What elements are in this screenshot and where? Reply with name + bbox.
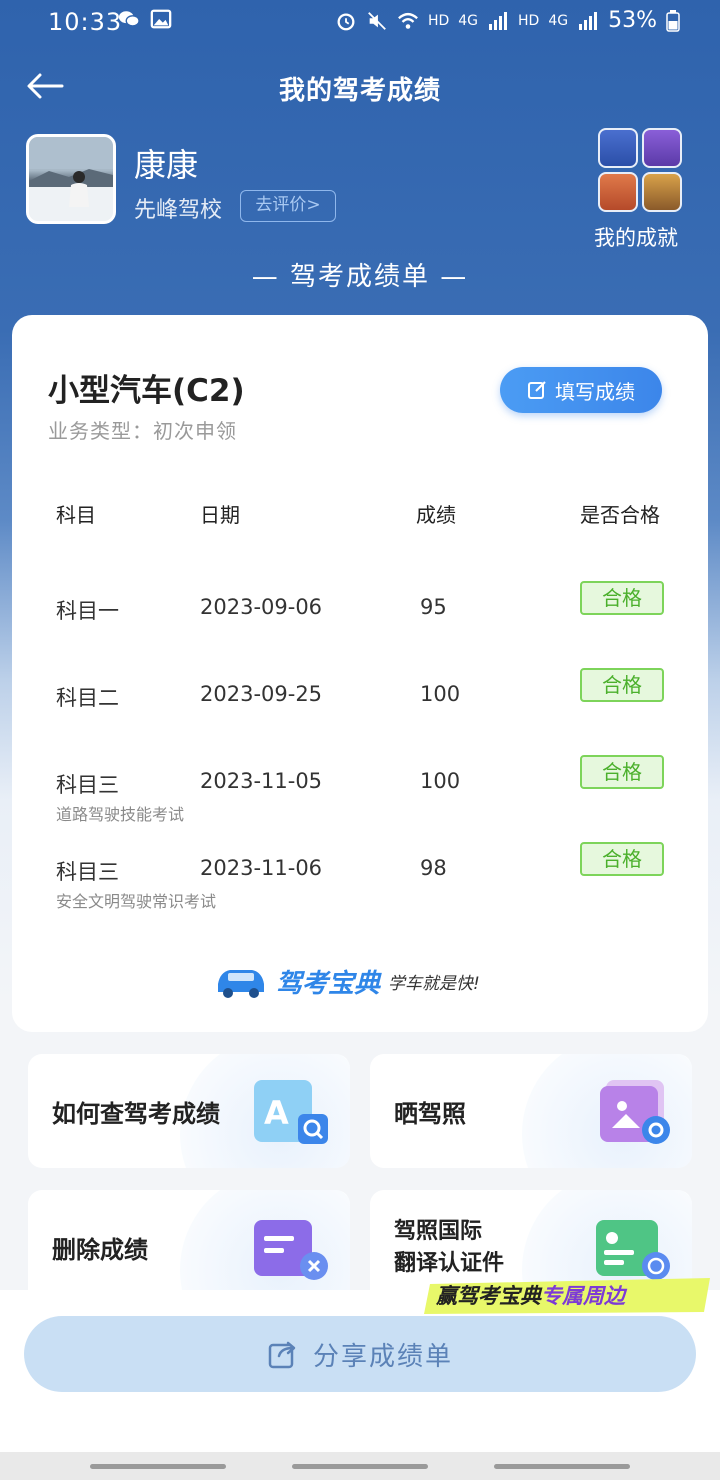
column-header-pass: 是否合格	[580, 503, 660, 527]
row-subject: 科目一	[56, 599, 119, 623]
row-subtitle: 道路驾驶技能考试	[56, 805, 185, 824]
row-score: 95	[420, 595, 447, 619]
promo-text: 赢驾考宝典专属周边	[436, 1280, 625, 1310]
network-label: 4G	[548, 12, 569, 29]
fill-score-button[interactable]: 填写成绩	[500, 367, 662, 413]
gallery-icon	[150, 9, 172, 29]
row-date: 2023-11-05	[200, 769, 323, 793]
rate-school-button[interactable]: 去评价>	[240, 190, 336, 222]
avatar[interactable]	[26, 134, 116, 224]
row-subject: 科目二	[56, 686, 119, 710]
status-time: 10:33	[48, 8, 123, 36]
tile-label: 删除成绩	[52, 1236, 148, 1264]
delete-scores-tile[interactable]: 删除成绩	[28, 1190, 350, 1304]
achievements-button[interactable]: 我的成就	[592, 128, 692, 250]
edit-icon	[528, 381, 546, 399]
profile-section: 康康 先峰驾校 去评价> 我的成就	[26, 128, 706, 274]
nav-recent-button[interactable]	[90, 1464, 226, 1469]
search-document-icon: A	[254, 1080, 328, 1144]
brand-logo: 驾考宝典 学车就是快!	[214, 963, 480, 1000]
row-date: 2023-11-06	[200, 856, 323, 880]
how-to-check-scores-tile[interactable]: 如何查驾考成绩 A	[28, 1054, 350, 1168]
tile-label-line: 驾照国际	[394, 1219, 483, 1244]
network-label: 4G	[458, 12, 479, 29]
badge-icon	[598, 128, 638, 168]
table-row: 科目三 2023-11-06 98 合格 安全文明驾驶常识考试	[12, 842, 708, 916]
system-navigation-bar	[0, 1452, 720, 1480]
share-scorecard-button[interactable]: 分享成绩单	[24, 1316, 696, 1392]
car-icon	[218, 969, 264, 998]
column-header-subject: 科目	[56, 503, 96, 527]
badge-icon	[598, 172, 638, 212]
table-row: 科目三 2023-11-05 100 合格 道路驾驶技能考试	[12, 755, 708, 829]
row-date: 2023-09-06	[200, 595, 323, 619]
app-header: 我的驾考成绩	[0, 58, 720, 118]
network-label: HD	[518, 12, 540, 29]
battery-icon	[666, 9, 680, 32]
row-score: 98	[420, 856, 447, 880]
status-badge: 合格	[580, 668, 664, 702]
mute-icon	[368, 11, 386, 30]
page-title: 我的驾考成绩	[278, 76, 441, 106]
show-license-tile[interactable]: 晒驾照	[370, 1054, 692, 1168]
tile-label: 晒驾照	[394, 1100, 466, 1128]
driving-school: 先峰驾校	[134, 198, 223, 223]
status-badge: 合格	[580, 842, 664, 876]
wechat-icon	[118, 11, 140, 27]
status-bar: 10:33 HD 4G HD 4G 53%	[0, 0, 720, 42]
promo-text-main: 赢驾考宝典	[436, 1284, 541, 1308]
photo-camera-icon	[600, 1080, 670, 1144]
section-title: — 驾考成绩单 —	[251, 262, 469, 292]
column-header-date: 日期	[200, 503, 240, 527]
signal-icon	[489, 11, 508, 30]
network-label: HD	[427, 12, 450, 29]
share-icon	[268, 1341, 296, 1369]
table-row: 科目二 2023-09-25 100 合格	[12, 668, 708, 742]
row-date: 2023-09-25	[200, 682, 323, 706]
svg-text:A: A	[264, 1094, 289, 1132]
status-badge: 合格	[580, 581, 664, 615]
promo-text-accent: 专属周边	[541, 1284, 625, 1308]
brand-slogan: 学车就是快!	[388, 974, 480, 994]
achievements-label: 我的成就	[594, 226, 678, 250]
share-scorecard-label: 分享成绩单	[312, 1341, 453, 1372]
row-subject: 科目三	[56, 860, 119, 884]
table-row: 科目一 2023-09-06 95 合格	[12, 581, 708, 655]
username: 康康	[134, 146, 199, 184]
delete-document-icon	[254, 1220, 328, 1280]
alarm-icon	[337, 12, 355, 30]
row-score: 100	[420, 769, 461, 793]
tile-label: 驾照国际 翻译认证件	[394, 1216, 504, 1280]
fill-score-label: 填写成绩	[555, 379, 635, 404]
avatar-photo	[29, 137, 113, 221]
badge-icon	[642, 128, 682, 168]
row-subtitle: 安全文明驾驶常识考试	[56, 892, 217, 911]
badge-icon	[642, 172, 682, 212]
nav-back-button[interactable]	[494, 1464, 630, 1469]
status-badge: 合格	[580, 755, 664, 789]
promo-banner[interactable]: 赢驾考宝典专属周边	[420, 1274, 716, 1318]
column-header-score: 成绩	[416, 503, 456, 527]
score-card: 小型汽车(C2) 业务类型：初次申领 填写成绩 科目 日期 成绩 是否合格 科目…	[12, 315, 708, 1032]
license-class: 小型汽车(C2)	[48, 373, 245, 409]
row-subject: 科目三	[56, 773, 119, 797]
brand-name: 驾考宝典	[276, 969, 381, 999]
battery-level: 53%	[608, 8, 657, 33]
row-score: 100	[420, 682, 461, 706]
business-type: 业务类型：初次申领	[48, 419, 237, 443]
tile-label: 如何查驾考成绩	[52, 1100, 220, 1128]
signal-icon	[579, 11, 598, 30]
nav-home-button[interactable]	[292, 1464, 428, 1469]
wifi-icon	[398, 12, 418, 29]
